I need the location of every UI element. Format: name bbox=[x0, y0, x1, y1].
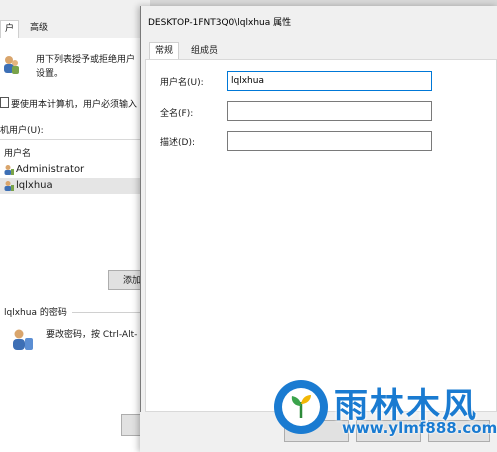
require-login-checkbox-row[interactable]: 要使用本计算机，用户必须输入 bbox=[0, 97, 137, 111]
tab-users[interactable]: 户 bbox=[0, 20, 20, 39]
fullname-label: 全名(F): bbox=[160, 109, 194, 119]
list-item-selected[interactable]: lqlxhua bbox=[0, 178, 150, 194]
background-tab-strip: 户 高级 bbox=[0, 20, 150, 39]
user-icon bbox=[3, 180, 15, 192]
watermark-url: www.ylmf888.com bbox=[342, 419, 497, 437]
fullname-field[interactable] bbox=[227, 101, 432, 121]
background-description: 用下列表授予或拒绝用户 设置。 bbox=[36, 53, 146, 81]
user-icon bbox=[3, 164, 15, 176]
users-icon bbox=[2, 54, 20, 76]
description-line-1: 用下列表授予或拒绝用户 bbox=[36, 55, 136, 65]
description-label: 描述(D): bbox=[160, 138, 195, 148]
tab-general[interactable]: 常规 bbox=[149, 42, 180, 60]
password-instructions: 要改密码，按 Ctrl-Alt- bbox=[46, 330, 138, 340]
require-login-checkbox[interactable] bbox=[0, 97, 9, 108]
password-user-icon bbox=[10, 328, 36, 352]
require-login-label: 要使用本计算机，用户必须输入 bbox=[11, 100, 138, 110]
users-list-header-username[interactable]: 用户名 bbox=[4, 146, 31, 159]
description-field[interactable] bbox=[227, 131, 432, 151]
user-name: lqlxhua bbox=[16, 180, 53, 191]
tab-advanced[interactable]: 高级 bbox=[26, 20, 52, 37]
password-group-title: lqlxhua 的密码 bbox=[4, 308, 67, 318]
username-label: 用户名(U): bbox=[160, 78, 204, 88]
users-list-label: 机用户(U): bbox=[0, 126, 44, 136]
password-group-divider bbox=[72, 312, 150, 313]
username-field[interactable] bbox=[227, 71, 432, 91]
tab-member-of[interactable]: 组成员 bbox=[186, 43, 223, 59]
list-item[interactable]: Administrator bbox=[0, 162, 150, 178]
user-name: Administrator bbox=[16, 164, 85, 175]
watermark-logo-inner bbox=[282, 388, 320, 426]
description-line-2: 设置。 bbox=[36, 69, 64, 79]
dialog-title: DESKTOP-1FNT3Q0\lqlxhua 属性 bbox=[148, 18, 292, 28]
